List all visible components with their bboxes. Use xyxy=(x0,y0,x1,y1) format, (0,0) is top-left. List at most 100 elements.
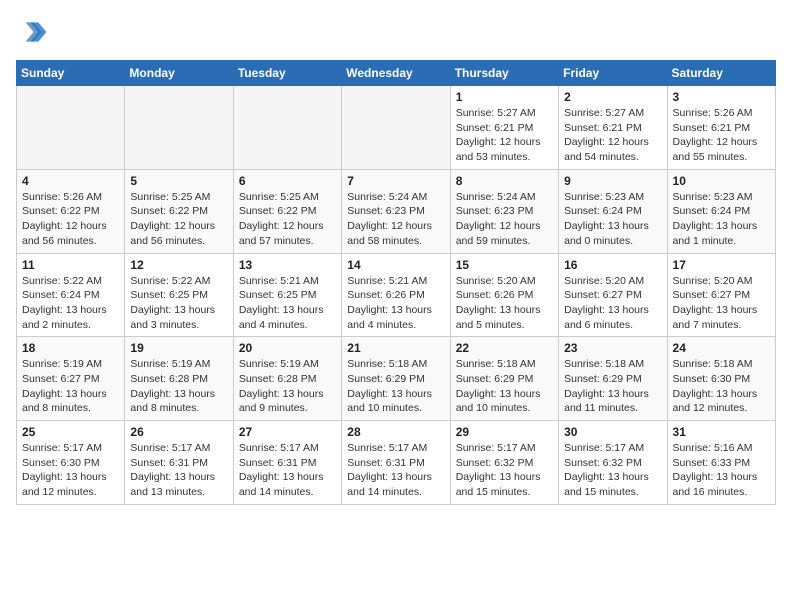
day-info: Sunrise: 5:19 AMSunset: 6:28 PMDaylight:… xyxy=(130,357,227,416)
day-number: 11 xyxy=(22,258,119,272)
day-number: 10 xyxy=(673,174,770,188)
day-number: 28 xyxy=(347,425,444,439)
day-number: 30 xyxy=(564,425,661,439)
day-cell xyxy=(233,86,341,170)
day-cell: 23Sunrise: 5:18 AMSunset: 6:29 PMDayligh… xyxy=(559,337,667,421)
day-info: Sunrise: 5:18 AMSunset: 6:29 PMDaylight:… xyxy=(456,357,553,416)
day-info: Sunrise: 5:27 AMSunset: 6:21 PMDaylight:… xyxy=(456,106,553,165)
day-cell: 29 Sunrise: 5:17 AMSunset: 6:32 PMDayligh… xyxy=(450,421,558,505)
day-number: 5 xyxy=(130,174,227,188)
day-cell: 6 Sunrise: 5:25 AMSunset: 6:22 PMDaylight… xyxy=(233,169,341,253)
day-info: Sunrise: 5:19 AMSunset: 6:28 PMDaylight:… xyxy=(239,357,336,416)
day-number: 12 xyxy=(130,258,227,272)
day-number: 26 xyxy=(130,425,227,439)
day-cell xyxy=(17,86,125,170)
day-cell: 4 Sunrise: 5:26 AMSunset: 6:22 PMDaylight… xyxy=(17,169,125,253)
day-cell: 20Sunrise: 5:19 AMSunset: 6:28 PMDayligh… xyxy=(233,337,341,421)
day-cell: 5 Sunrise: 5:25 AMSunset: 6:22 PMDaylight… xyxy=(125,169,233,253)
day-cell: 31 Sunrise: 5:16 AMSunset: 6:33 PMDayligh… xyxy=(667,421,775,505)
day-cell: 19 Sunrise: 5:19 AMSunset: 6:28 PMDayligh… xyxy=(125,337,233,421)
day-info: Sunrise: 5:17 AMSunset: 6:31 PMDaylight:… xyxy=(347,441,444,500)
weekday-saturday: Saturday xyxy=(667,61,775,86)
day-number: 18 xyxy=(22,341,119,355)
day-info: Sunrise: 5:17 AMSunset: 6:31 PMDaylight:… xyxy=(130,441,227,500)
day-info: Sunrise: 5:26 AMSunset: 6:22 PMDaylight:… xyxy=(22,190,119,249)
day-number: 27 xyxy=(239,425,336,439)
day-info: Sunrise: 5:18 AMSunset: 6:30 PMDaylight:… xyxy=(673,357,770,416)
day-info: Sunrise: 5:24 AMSunset: 6:23 PMDaylight:… xyxy=(347,190,444,249)
day-cell: 24Sunrise: 5:18 AMSunset: 6:30 PMDayligh… xyxy=(667,337,775,421)
calendar-body: 1Sunrise: 5:27 AMSunset: 6:21 PMDaylight… xyxy=(17,86,776,505)
day-info: Sunrise: 5:26 AMSunset: 6:21 PMDaylight:… xyxy=(673,106,770,165)
day-cell: 14Sunrise: 5:21 AMSunset: 6:26 PMDayligh… xyxy=(342,253,450,337)
day-cell: 18 Sunrise: 5:19 AMSunset: 6:27 PMDayligh… xyxy=(17,337,125,421)
day-cell: 26 Sunrise: 5:17 AMSunset: 6:31 PMDayligh… xyxy=(125,421,233,505)
day-cell: 8 Sunrise: 5:24 AMSunset: 6:23 PMDaylight… xyxy=(450,169,558,253)
day-info: Sunrise: 5:20 AMSunset: 6:26 PMDaylight:… xyxy=(456,274,553,333)
day-number: 22 xyxy=(456,341,553,355)
day-cell: 1Sunrise: 5:27 AMSunset: 6:21 PMDaylight… xyxy=(450,86,558,170)
day-info: Sunrise: 5:25 AMSunset: 6:22 PMDaylight:… xyxy=(239,190,336,249)
day-cell: 21Sunrise: 5:18 AMSunset: 6:29 PMDayligh… xyxy=(342,337,450,421)
day-info: Sunrise: 5:23 AMSunset: 6:24 PMDaylight:… xyxy=(564,190,661,249)
weekday-tuesday: Tuesday xyxy=(233,61,341,86)
day-info: Sunrise: 5:24 AMSunset: 6:23 PMDaylight:… xyxy=(456,190,553,249)
weekday-wednesday: Wednesday xyxy=(342,61,450,86)
weekday-monday: Monday xyxy=(125,61,233,86)
day-info: Sunrise: 5:17 AMSunset: 6:30 PMDaylight:… xyxy=(22,441,119,500)
week-row-4: 18 Sunrise: 5:19 AMSunset: 6:27 PMDayligh… xyxy=(17,337,776,421)
day-cell: 7 Sunrise: 5:24 AMSunset: 6:23 PMDaylight… xyxy=(342,169,450,253)
day-info: Sunrise: 5:25 AMSunset: 6:22 PMDaylight:… xyxy=(130,190,227,249)
weekday-header-row: SundayMondayTuesdayWednesdayThursdayFrid… xyxy=(17,61,776,86)
day-cell: 27 Sunrise: 5:17 AMSunset: 6:31 PMDayligh… xyxy=(233,421,341,505)
day-info: Sunrise: 5:21 AMSunset: 6:25 PMDaylight:… xyxy=(239,274,336,333)
page-header xyxy=(16,16,776,48)
week-row-3: 11 Sunrise: 5:22 AMSunset: 6:24 PMDayligh… xyxy=(17,253,776,337)
day-number: 9 xyxy=(564,174,661,188)
day-number: 29 xyxy=(456,425,553,439)
day-number: 16 xyxy=(564,258,661,272)
day-cell: 11 Sunrise: 5:22 AMSunset: 6:24 PMDayligh… xyxy=(17,253,125,337)
day-info: Sunrise: 5:20 AMSunset: 6:27 PMDaylight:… xyxy=(564,274,661,333)
calendar-table: SundayMondayTuesdayWednesdayThursdayFrid… xyxy=(16,60,776,505)
week-row-5: 25 Sunrise: 5:17 AMSunset: 6:30 PMDayligh… xyxy=(17,421,776,505)
day-info: Sunrise: 5:17 AMSunset: 6:31 PMDaylight:… xyxy=(239,441,336,500)
day-info: Sunrise: 5:19 AMSunset: 6:27 PMDaylight:… xyxy=(22,357,119,416)
day-cell: 25 Sunrise: 5:17 AMSunset: 6:30 PMDayligh… xyxy=(17,421,125,505)
weekday-sunday: Sunday xyxy=(17,61,125,86)
day-info: Sunrise: 5:27 AMSunset: 6:21 PMDaylight:… xyxy=(564,106,661,165)
day-info: Sunrise: 5:16 AMSunset: 6:33 PMDaylight:… xyxy=(673,441,770,500)
day-info: Sunrise: 5:22 AMSunset: 6:25 PMDaylight:… xyxy=(130,274,227,333)
day-number: 2 xyxy=(564,90,661,104)
logo xyxy=(16,16,52,48)
day-number: 7 xyxy=(347,174,444,188)
day-number: 13 xyxy=(239,258,336,272)
day-number: 3 xyxy=(673,90,770,104)
day-cell: 12 Sunrise: 5:22 AMSunset: 6:25 PMDayligh… xyxy=(125,253,233,337)
day-cell: 30Sunrise: 5:17 AMSunset: 6:32 PMDayligh… xyxy=(559,421,667,505)
day-info: Sunrise: 5:22 AMSunset: 6:24 PMDaylight:… xyxy=(22,274,119,333)
day-number: 8 xyxy=(456,174,553,188)
week-row-1: 1Sunrise: 5:27 AMSunset: 6:21 PMDaylight… xyxy=(17,86,776,170)
day-number: 4 xyxy=(22,174,119,188)
weekday-thursday: Thursday xyxy=(450,61,558,86)
day-cell: 13 Sunrise: 5:21 AMSunset: 6:25 PMDayligh… xyxy=(233,253,341,337)
day-number: 31 xyxy=(673,425,770,439)
day-number: 19 xyxy=(130,341,227,355)
day-number: 15 xyxy=(456,258,553,272)
day-number: 23 xyxy=(564,341,661,355)
day-cell: 28 Sunrise: 5:17 AMSunset: 6:31 PMDayligh… xyxy=(342,421,450,505)
day-info: Sunrise: 5:18 AMSunset: 6:29 PMDaylight:… xyxy=(347,357,444,416)
day-cell: 3 Sunrise: 5:26 AMSunset: 6:21 PMDaylight… xyxy=(667,86,775,170)
day-cell: 16 Sunrise: 5:20 AMSunset: 6:27 PMDayligh… xyxy=(559,253,667,337)
day-cell: 2 Sunrise: 5:27 AMSunset: 6:21 PMDaylight… xyxy=(559,86,667,170)
day-info: Sunrise: 5:17 AMSunset: 6:32 PMDaylight:… xyxy=(456,441,553,500)
day-info: Sunrise: 5:21 AMSunset: 6:26 PMDaylight:… xyxy=(347,274,444,333)
day-number: 6 xyxy=(239,174,336,188)
day-number: 17 xyxy=(673,258,770,272)
day-cell: 17Sunrise: 5:20 AMSunset: 6:27 PMDayligh… xyxy=(667,253,775,337)
day-cell: 22 Sunrise: 5:18 AMSunset: 6:29 PMDayligh… xyxy=(450,337,558,421)
day-cell xyxy=(342,86,450,170)
day-number: 25 xyxy=(22,425,119,439)
week-row-2: 4 Sunrise: 5:26 AMSunset: 6:22 PMDaylight… xyxy=(17,169,776,253)
